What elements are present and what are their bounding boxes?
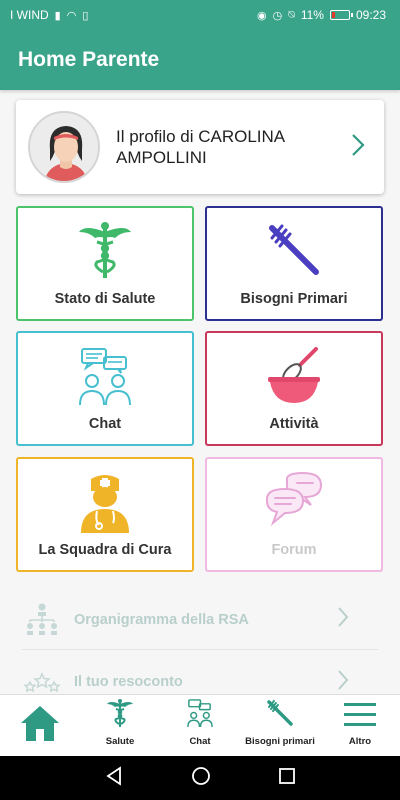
eye-icon: ◉ (257, 9, 267, 22)
whisk-bowl-icon (264, 345, 324, 410)
list-item-label: Il tuo resoconto (74, 674, 183, 690)
battery-icon (329, 10, 353, 20)
home-circle-icon[interactable] (191, 766, 211, 791)
menu-icon (344, 702, 376, 733)
nav-label: Altro (348, 736, 372, 747)
tile-chat[interactable]: Chat (16, 331, 194, 446)
org-chart-icon (22, 602, 62, 638)
alarm-icon: ◷ (272, 9, 283, 22)
battery-percent: 11% (300, 8, 324, 22)
mute-icon: ⍉ (288, 8, 295, 21)
clock: 09:23 (355, 8, 386, 22)
caduceus-icon (75, 220, 135, 285)
tile-attivita[interactable]: Attività (205, 331, 383, 446)
toothbrush-icon (264, 220, 324, 285)
stars-icon (22, 672, 62, 692)
toothbrush-icon (265, 698, 295, 733)
nav-salute[interactable]: Salute (80, 695, 160, 756)
tile-forum[interactable]: Forum (205, 457, 383, 572)
home-icon (19, 704, 61, 747)
nav-label: Bisogni primari (245, 736, 315, 747)
tile-label: Forum (271, 542, 317, 558)
tile-stato-di-salute[interactable]: Stato di Salute (16, 206, 194, 321)
tile-label: Stato di Salute (54, 291, 156, 307)
nav-home[interactable] (0, 695, 80, 756)
tile-label: Chat (88, 416, 122, 432)
headset-icon: ◠ (66, 9, 77, 22)
carrier-label: I WIND (10, 8, 49, 22)
list-item-organigramma[interactable]: Organigramma della RSA (22, 590, 378, 650)
list-item-label: Organigramma della RSA (74, 611, 249, 628)
page-title: Home Parente (18, 48, 160, 71)
back-icon[interactable] (104, 765, 124, 791)
speech-bubbles-icon (263, 471, 325, 534)
caduceus-icon (105, 698, 135, 733)
profile-card[interactable]: Il profilo di CAROLINA AMPOLLINI (16, 100, 384, 194)
signal-icon: ▮ (54, 9, 61, 22)
bottom-navigation: Salute Chat Bisogni primari Altro (0, 694, 400, 756)
chat-people-icon (184, 698, 216, 733)
tile-label: Attività (269, 416, 319, 432)
tile-bisogni-primari[interactable]: Bisogni Primari (205, 206, 383, 321)
tile-label: Bisogni Primari (240, 291, 348, 307)
status-bar: I WIND ▮ ◠ ▯ ◉ ◷ ⍉ 11% 09:23 (0, 0, 400, 30)
nav-label: Chat (189, 736, 211, 747)
nav-chat[interactable]: Chat (160, 695, 240, 756)
chevron-right-icon (336, 668, 350, 697)
avatar (28, 111, 100, 183)
profile-name: Il profilo di CAROLINA AMPOLLINI (116, 127, 285, 167)
chevron-right-icon (336, 605, 350, 634)
tile-la-squadra-di-cura[interactable]: La Squadra di Cura (16, 457, 194, 572)
chat-people-icon (74, 345, 136, 412)
system-navigation-bar (0, 756, 400, 800)
sim-icon: ▯ (82, 9, 89, 22)
recents-icon[interactable] (278, 767, 296, 790)
nav-altro[interactable]: Altro (320, 695, 400, 756)
nav-bisogni-primari[interactable]: Bisogni primari (240, 695, 320, 756)
app-bar: Home Parente (0, 30, 400, 90)
tile-label: La Squadra di Cura (38, 542, 172, 558)
doctor-icon (75, 471, 135, 538)
chevron-right-icon[interactable] (350, 132, 366, 163)
nav-label: Salute (105, 736, 135, 747)
